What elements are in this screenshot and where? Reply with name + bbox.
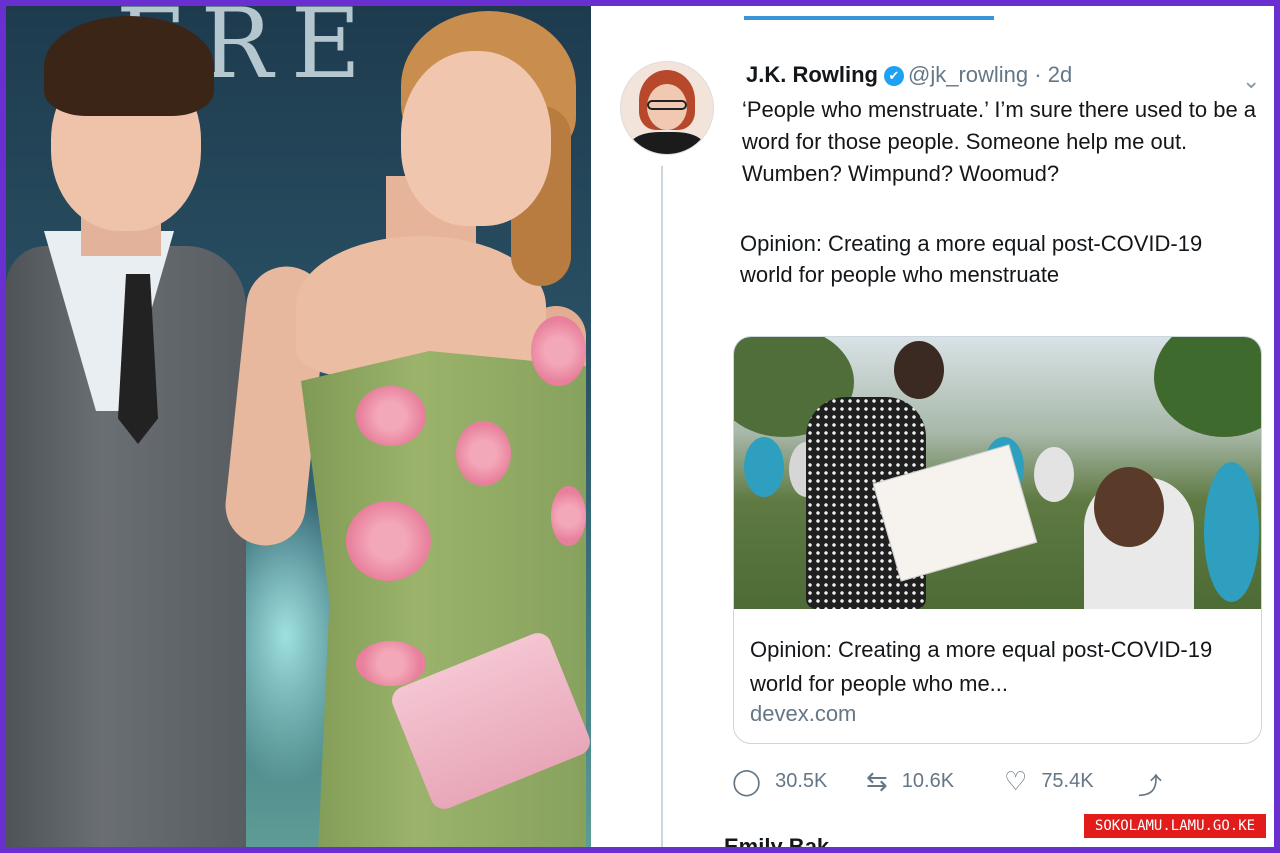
dress-flower [551,486,586,546]
retweet-button[interactable]: ⇆ 10.6K [866,766,954,797]
dress-flower [356,641,426,686]
avatar[interactable] [620,61,714,155]
watermark: SOKOLAMU.LAMU.GO.KE [1084,814,1266,838]
tweet-actions: ◯ 30.5K ⇆ 10.6K ♡ 75.4K ⤴ [732,766,1272,806]
man-hair [44,16,214,116]
tree [1154,337,1261,437]
reply-icon: ◯ [732,766,762,796]
like-count: 75.4K [1041,770,1094,792]
author-name[interactable]: J.K. Rowling [746,62,878,87]
thread-line [661,166,663,847]
reply-button[interactable]: ◯ 30.5K [732,766,827,797]
red-carpet-photo: FRE [6,6,591,847]
quoted-headline: Opinion: Creating a more equal post-COVI… [740,231,1203,287]
card-image [734,337,1261,609]
verified-badge-icon: ✔ [884,66,904,86]
card-domain: devex.com [750,701,857,726]
retweet-icon: ⇆ [866,766,888,796]
tweet-time[interactable]: 2d [1048,62,1072,87]
presenter-head [894,341,944,399]
chevron-down-icon[interactable]: ⌄ [1242,68,1260,94]
dress-flower [531,316,586,386]
time-separator: · [1034,62,1042,87]
tweet-screenshot: J.K. Rowling ✔ @jk_rowling · 2d ⌄ ‘People … [594,6,1274,847]
avatar-glasses [647,100,687,110]
heart-icon: ♡ [1004,766,1028,796]
card-title: Opinion: Creating a more equal post-COVI… [750,637,1213,696]
tweet-body: ‘People who menstruate.’ I’m sure there … [742,97,1257,186]
dress-flower [456,421,511,486]
tweet-header: J.K. Rowling ✔ @jk_rowling · 2d [746,62,1072,88]
like-button[interactable]: ♡ 75.4K [1004,766,1094,797]
reply-count: 30.5K [775,770,828,792]
share-icon[interactable]: ⤴ [1138,766,1162,801]
next-tweet-author[interactable]: Emily Bak [724,834,829,847]
author-handle[interactable]: @jk_rowling [908,62,1028,87]
avatar-clothing [631,132,703,154]
elder-head [1094,467,1164,547]
dress-flower [356,386,426,446]
image-frame: FRE J.K. Rowling ✔ @jk_rowling · 2d ⌄ ‘P… [6,6,1274,847]
seated-person [744,437,784,497]
seated-person [1034,447,1074,502]
woman-face [401,51,551,226]
retweet-count: 10.6K [901,770,955,792]
tab-indicator [744,16,994,20]
seated-person [1204,462,1259,602]
link-card[interactable]: Opinion: Creating a more equal post-COVI… [733,336,1262,744]
dress-flower [346,501,431,581]
